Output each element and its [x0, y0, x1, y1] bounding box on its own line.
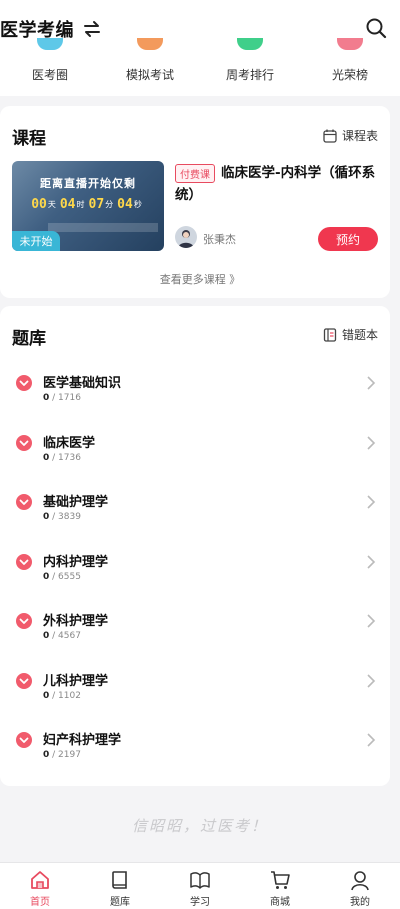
- cart-icon: [271, 871, 290, 889]
- chevron-right-icon: [367, 495, 376, 509]
- course-banner[interactable]: 距离直播开始仅剩 00 天 04 时 07 分 04 秒 未开始: [12, 161, 164, 251]
- tab-label: 首页: [30, 897, 50, 908]
- tab-home[interactable]: 首页: [0, 863, 80, 909]
- bank-item-name: 临床医学: [43, 435, 96, 451]
- chevron-right-icon: [367, 376, 376, 390]
- tab-mall[interactable]: 商城: [240, 863, 320, 909]
- bank-item-name: 医学基础知识: [43, 376, 122, 391]
- list-item[interactable]: 内科护理学 0 / 6555: [0, 541, 390, 601]
- chevron-right-icon: [367, 673, 376, 688]
- quick-nav-label: 医考圈: [31, 68, 68, 82]
- expand-toggle-icon[interactable]: [16, 613, 32, 629]
- more-courses-link[interactable]: 查看更多课程 》: [0, 271, 400, 287]
- expand-toggle-icon[interactable]: [16, 375, 32, 391]
- countdown-unit: 秒: [133, 200, 142, 209]
- open-book-icon: [190, 872, 210, 889]
- avatar-icon: [178, 230, 194, 248]
- tab-label: 我的: [350, 897, 370, 908]
- book-icon: [112, 871, 127, 889]
- bank-item-name: 内科护理学: [43, 554, 109, 570]
- list-item[interactable]: 妇产科护理学 0 / 2197: [0, 719, 390, 779]
- bank-item-progress: 0 / 1736: [43, 452, 81, 463]
- notebook-icon: [323, 327, 337, 342]
- countdown-timer: 00 天 04 时 07 分 04 秒: [12, 197, 164, 212]
- countdown-minutes: 07: [88, 197, 105, 212]
- schedule-link[interactable]: 课程表: [323, 127, 378, 144]
- wrong-questions-link[interactable]: 错题本: [323, 326, 378, 343]
- question-bank-list: 医学基础知识 0 / 1716 临床医学 0 / 1736 基础护理学 0 / …: [0, 362, 390, 779]
- expand-toggle-icon[interactable]: [16, 553, 32, 570]
- countdown-unit: 时: [76, 200, 85, 209]
- honor-icon: [337, 38, 363, 50]
- calendar-icon: [323, 129, 337, 143]
- status-badge: 未开始: [12, 231, 60, 251]
- chevron-right-icon: [367, 435, 376, 450]
- app-header: 医学考编 医考圈 模拟考试 周考排行 光荣榜: [0, 0, 400, 96]
- bottom-tab-bar: 首页 题库 学习 商城 我的: [0, 862, 400, 909]
- teacher-name: 张秉杰: [203, 233, 236, 246]
- bank-item-name: 妇产科护理学: [43, 733, 122, 748]
- tab-label: 学习: [190, 897, 210, 908]
- bank-item-name: 基础护理学: [43, 495, 109, 510]
- tab-label: 商城: [270, 897, 290, 908]
- bank-item-progress: 0 / 1102: [43, 690, 81, 701]
- expand-toggle-icon[interactable]: [16, 672, 32, 689]
- circle-icon: [37, 38, 63, 50]
- quick-nav: 医考圈 模拟考试 周考排行 光荣榜: [0, 36, 400, 88]
- course-title[interactable]: 临床医学-内科学（循环系统）: [175, 162, 380, 206]
- tab-label: 题库: [110, 897, 130, 908]
- list-item[interactable]: 儿科护理学 0 / 1102: [0, 660, 390, 720]
- countdown-days: 00: [31, 197, 47, 212]
- list-item[interactable]: 医学基础知识 0 / 1716: [0, 362, 390, 422]
- quick-nav-item-mock-exam[interactable]: 模拟考试: [100, 36, 200, 88]
- bank-item-name: 外科护理学: [43, 614, 109, 629]
- countdown-unit: 天: [47, 200, 56, 209]
- bank-item-progress: 0 / 4567: [43, 631, 81, 641]
- course-section-title: 课程: [12, 129, 46, 149]
- teacher-avatar: [175, 226, 197, 248]
- bank-item-progress: 0 / 6555: [43, 571, 81, 582]
- banner-decoration: [48, 223, 158, 232]
- tab-study[interactable]: 学习: [160, 863, 240, 909]
- tab-question-bank[interactable]: 题库: [80, 863, 160, 909]
- banner-heading: 距离直播开始仅剩: [40, 177, 136, 190]
- question-bank-section: 题库 错题本 医学基础知识 0 / 1716 临床医学 0 / 1736 基础护…: [0, 306, 390, 786]
- countdown-hours: 04: [59, 197, 76, 212]
- quick-nav-item-weekly-rank[interactable]: 周考排行: [200, 36, 300, 88]
- bank-item-name: 儿科护理学: [43, 673, 109, 689]
- bank-item-progress: 0 / 1716: [43, 393, 81, 403]
- home-icon: [31, 871, 49, 889]
- expand-toggle-icon[interactable]: [16, 434, 32, 451]
- expand-toggle-icon[interactable]: [16, 494, 32, 510]
- countdown-seconds: 04: [117, 197, 133, 212]
- list-item[interactable]: 基础护理学 0 / 3839: [0, 481, 390, 541]
- list-item[interactable]: 外科护理学 0 / 4567: [0, 600, 390, 660]
- course-section: 课程 课程表 距离直播开始仅剩 00 天 04 时 07 分 04 秒 未开始 …: [0, 106, 390, 298]
- chevron-right-icon: [367, 614, 376, 628]
- quick-nav-label: 光荣榜: [331, 68, 368, 82]
- chevron-right-icon: [367, 554, 376, 569]
- expand-toggle-icon[interactable]: [16, 732, 32, 748]
- bank-item-progress: 0 / 3839: [43, 512, 81, 522]
- quick-nav-item-honor-board[interactable]: 光荣榜: [300, 36, 400, 88]
- quick-nav-label: 周考排行: [225, 68, 274, 82]
- bank-item-progress: 0 / 2197: [43, 750, 81, 760]
- question-bank-title: 题库: [12, 329, 46, 349]
- wrong-questions-label: 错题本: [341, 328, 378, 342]
- schedule-link-label: 课程表: [341, 129, 378, 143]
- reserve-button[interactable]: 预约: [318, 227, 378, 251]
- chevron-right-icon: [367, 733, 376, 747]
- countdown-unit: 分: [105, 200, 114, 209]
- tab-profile[interactable]: 我的: [320, 863, 400, 909]
- exam-icon: [137, 38, 163, 50]
- profile-icon: [351, 871, 369, 891]
- quick-nav-item-circle[interactable]: 医考圈: [0, 36, 100, 88]
- quick-nav-label: 模拟考试: [125, 68, 174, 82]
- ranking-icon: [237, 38, 263, 50]
- footer-slogan: 信昭昭，过医考！: [131, 817, 268, 835]
- list-item[interactable]: 临床医学 0 / 1736: [0, 422, 390, 482]
